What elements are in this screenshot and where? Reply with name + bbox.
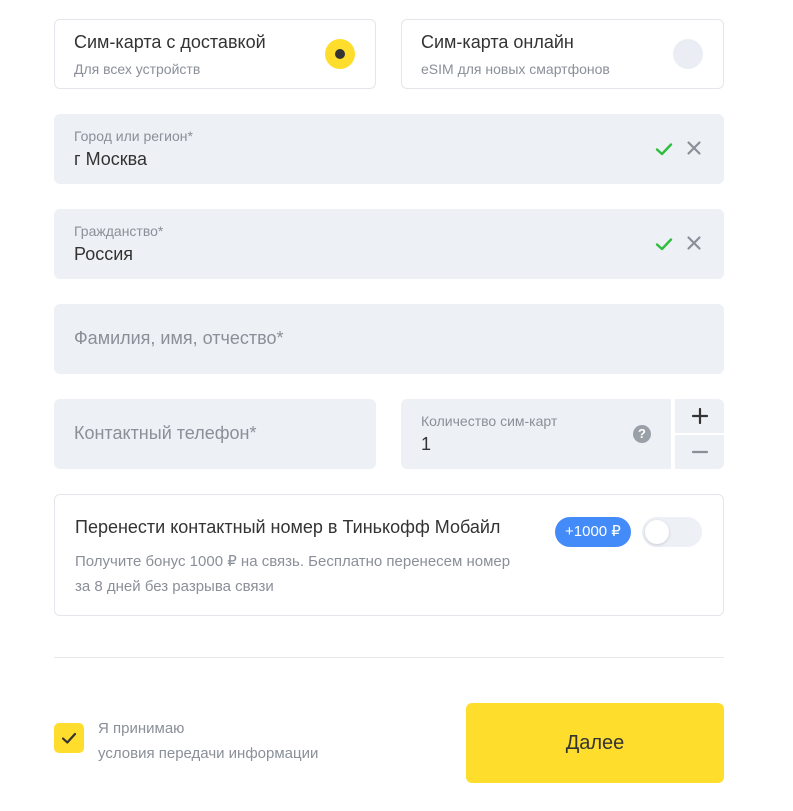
city-value[interactable]: г Москва [74, 149, 147, 170]
toggle-knob [645, 520, 669, 544]
transfer-toggle[interactable] [642, 517, 702, 547]
consent-terms-link[interactable]: условия передачи информации [98, 741, 318, 766]
sim-option-delivery-subtitle: Для всех устройств [74, 61, 201, 77]
clear-icon[interactable] [684, 138, 704, 158]
consent-checkbox[interactable] [54, 723, 84, 753]
divider [54, 657, 724, 658]
minus-icon [691, 450, 708, 454]
next-button[interactable]: Далее [466, 703, 724, 783]
city-field[interactable]: Город или регион* г Москва [54, 114, 724, 184]
sim-option-delivery[interactable]: Сим-карта с доставкой Для всех устройств [54, 19, 376, 89]
decrement-button[interactable] [675, 435, 724, 469]
increment-button[interactable] [675, 399, 724, 433]
check-icon [655, 143, 673, 156]
sim-count-value[interactable]: 1 [421, 434, 431, 455]
clear-icon[interactable] [684, 233, 704, 253]
transfer-title: Перенести контактный номер в Тинькофф Мо… [75, 517, 501, 537]
check-icon [655, 238, 673, 251]
citizenship-field[interactable]: Гражданство* Россия [54, 209, 724, 279]
checkmark-icon [61, 732, 77, 744]
phone-field[interactable]: Контактный телефон* [54, 399, 376, 469]
full-name-placeholder: Фамилия, имя, отчество* [74, 328, 284, 348]
sim-option-esim-subtitle: eSIM для новых смартфонов [421, 61, 610, 77]
sim-option-esim[interactable]: Сим-карта онлайн eSIM для новых смартфон… [401, 19, 724, 89]
sim-count-label: Количество сим-карт [421, 413, 558, 429]
consent-text: Я принимаю условия передачи информации [98, 716, 318, 766]
transfer-description: Получите бонус 1000 ₽ на связь. Бесплатн… [75, 553, 511, 595]
transfer-number-card: Перенести контактный номер в Тинькофф Мо… [54, 494, 724, 616]
bonus-badge: +1000 ₽ [555, 517, 631, 547]
consent-line-1: Я принимаю [98, 720, 185, 737]
citizenship-value[interactable]: Россия [74, 244, 133, 265]
radio-selected-icon[interactable] [325, 39, 355, 69]
plus-icon [691, 408, 708, 424]
sim-count-field[interactable]: Количество сим-карт 1 ? [401, 399, 671, 469]
help-icon[interactable]: ? [633, 425, 651, 443]
radio-unselected-icon[interactable] [673, 39, 703, 69]
citizenship-label: Гражданство* [74, 223, 164, 239]
city-label: Город или регион* [74, 128, 193, 144]
sim-option-esim-title: Сим-карта онлайн [421, 32, 574, 52]
full-name-field[interactable]: Фамилия, имя, отчество* [54, 304, 724, 374]
phone-placeholder: Контактный телефон* [74, 423, 257, 443]
sim-option-delivery-title: Сим-карта с доставкой [74, 32, 266, 52]
